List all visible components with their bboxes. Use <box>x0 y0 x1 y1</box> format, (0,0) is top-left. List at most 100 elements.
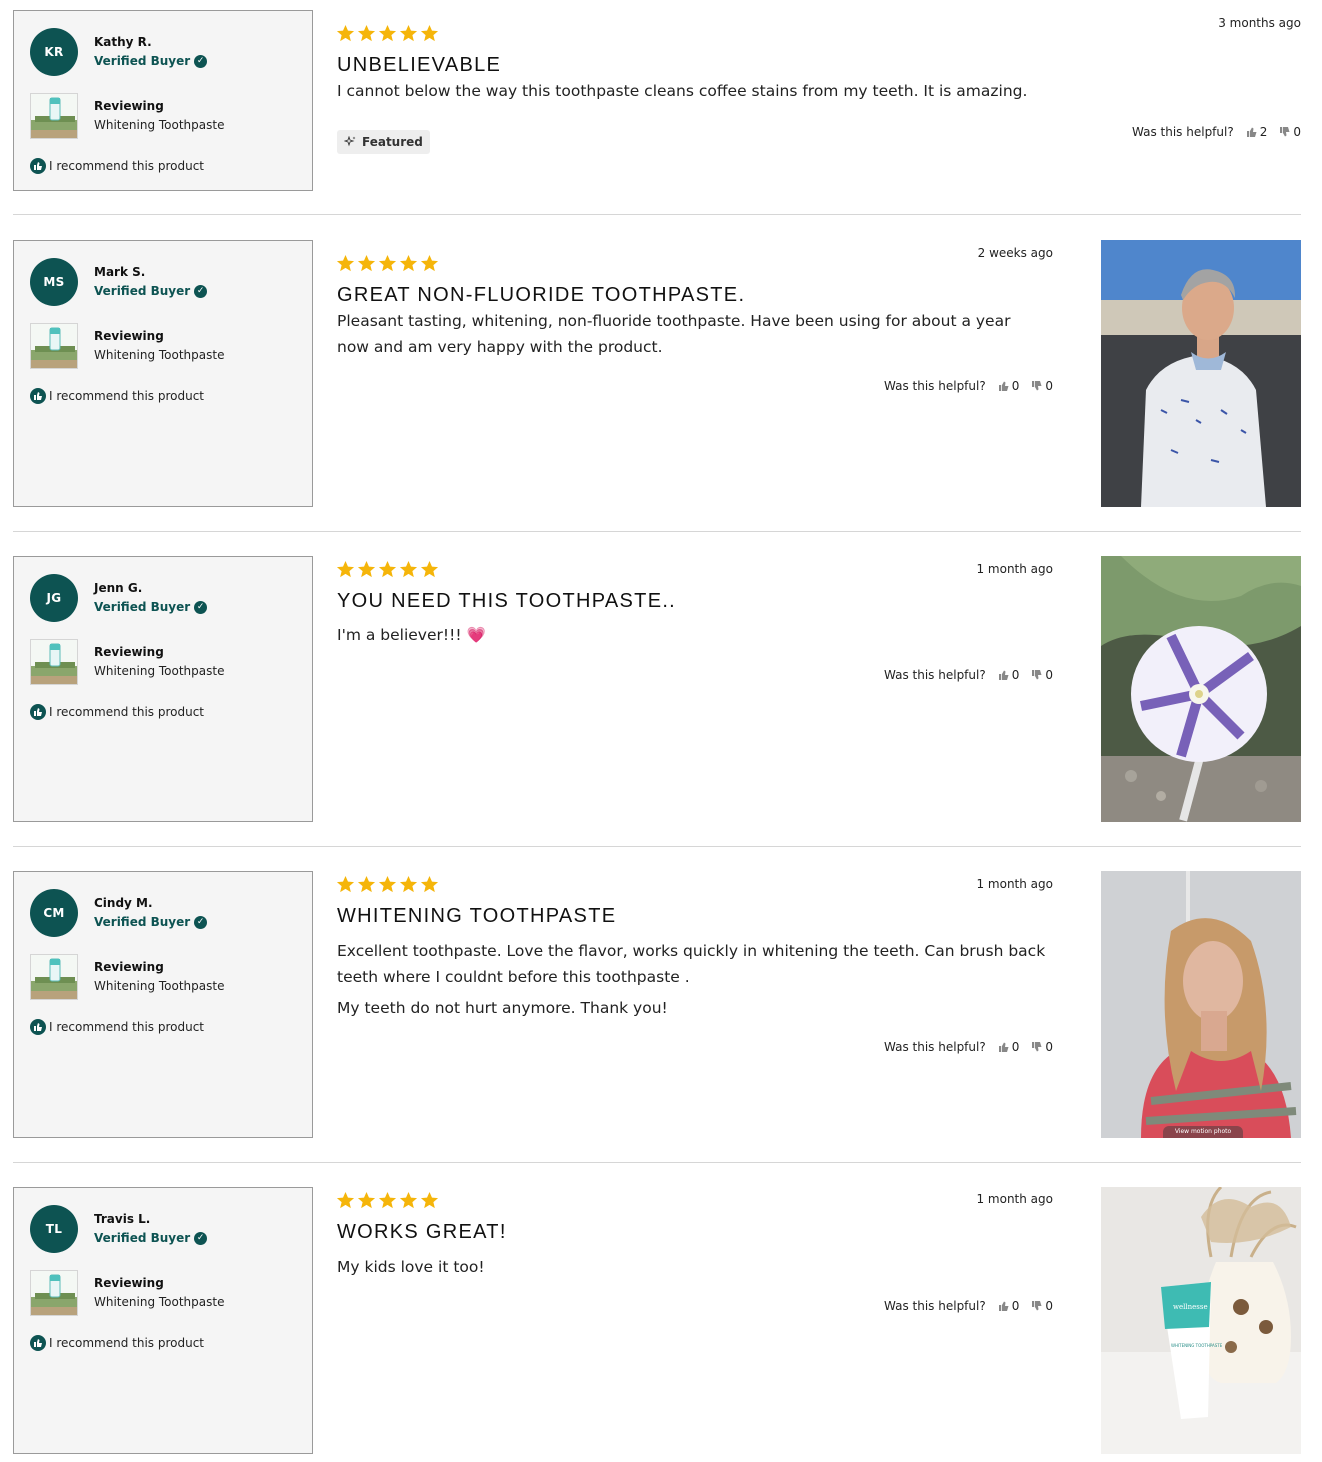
star-icon <box>378 1191 397 1209</box>
vote-down-button[interactable]: 0 <box>1031 668 1053 682</box>
author-name: Mark S. <box>94 265 146 279</box>
product-name-link[interactable]: Whitening Toothpaste <box>94 1295 224 1309</box>
vote-up-button[interactable]: 0 <box>998 379 1020 393</box>
review-divider <box>13 846 1301 847</box>
thumbs-up-icon <box>998 670 1009 680</box>
review-photo[interactable]: View motion photo <box>1101 871 1301 1138</box>
verified-buyer-badge: Verified Buyer ✓ <box>94 915 208 929</box>
recommend-label: I recommend this product <box>49 705 205 719</box>
review-title: YOU NEED THIS TOOTHPASTE.. <box>337 590 677 612</box>
thumbs-up-icon <box>30 704 46 720</box>
vote-down-button[interactable]: 0 <box>1031 1040 1053 1054</box>
star-icon <box>357 1191 376 1209</box>
vote-up-button[interactable]: 2 <box>1246 125 1268 139</box>
review-body-paragraph: My teeth do not hurt anymore. Thank you! <box>337 999 668 1017</box>
review-title: WHITENING TOOTHPASTE <box>337 905 617 927</box>
product-name-link[interactable]: Whitening Toothpaste <box>94 348 224 362</box>
vote-up-count: 2 <box>1259 125 1268 139</box>
reviewing-label: Reviewing <box>94 645 164 659</box>
star-icon <box>420 560 439 578</box>
star-rating <box>336 24 439 43</box>
thumbs-up-icon <box>998 1301 1009 1311</box>
star-rating <box>336 1191 439 1210</box>
checkmark-icon: ✓ <box>194 600 208 614</box>
star-icon <box>399 875 418 893</box>
thumbs-up-icon <box>998 1042 1009 1052</box>
author-panel: JG Jenn G. Verified Buyer ✓ Reviewing Wh… <box>13 556 313 822</box>
vote-up-button[interactable]: 0 <box>998 1040 1020 1054</box>
product-thumbnail[interactable] <box>30 323 78 369</box>
author-panel: TL Travis L. Verified Buyer ✓ Reviewing … <box>13 1187 313 1454</box>
review-photo[interactable] <box>1101 556 1301 822</box>
vote-up-button[interactable]: 0 <box>998 668 1020 682</box>
review-card: CM Cindy M. Verified Buyer ✓ Reviewing W… <box>0 871 1322 1141</box>
review-body: My kids love it too! <box>337 1258 485 1276</box>
recommend-indicator: I recommend this product <box>30 388 204 404</box>
reviewing-label: Reviewing <box>94 99 164 113</box>
star-icon <box>357 254 376 272</box>
vote-down-button[interactable]: 0 <box>1279 125 1301 139</box>
recommend-indicator: I recommend this product <box>30 1019 204 1035</box>
product-name-link[interactable]: Whitening Toothpaste <box>94 664 224 678</box>
review-date: 1 month ago <box>976 1192 1053 1206</box>
review-card: KR Kathy R. Verified Buyer ✓ Reviewing W… <box>0 10 1322 210</box>
helpful-votes: Was this helpful? 0 0 <box>884 1040 1053 1054</box>
star-icon <box>420 875 439 893</box>
reviewing-label: Reviewing <box>94 329 164 343</box>
product-name-link[interactable]: Whitening Toothpaste <box>94 979 224 993</box>
thumbs-down-icon <box>1032 670 1042 680</box>
man-in-sweater-image <box>1101 240 1301 507</box>
vote-down-count: 0 <box>1045 668 1053 682</box>
review-divider <box>13 1162 1301 1163</box>
star-icon <box>399 254 418 272</box>
star-icon <box>399 24 418 42</box>
verified-buyer-badge: Verified Buyer ✓ <box>94 284 208 298</box>
thumbs-down-icon <box>1032 1042 1042 1052</box>
thumbs-up-icon <box>1246 127 1257 137</box>
vote-up-count: 0 <box>1011 379 1020 393</box>
review-date: 1 month ago <box>976 877 1053 891</box>
thumbs-up-icon <box>30 1335 46 1351</box>
verified-buyer-badge: Verified Buyer ✓ <box>94 600 208 614</box>
review-date: 2 weeks ago <box>977 246 1053 260</box>
star-icon <box>420 24 439 42</box>
author-panel: KR Kathy R. Verified Buyer ✓ Reviewing W… <box>13 10 313 191</box>
star-rating <box>336 254 439 273</box>
checkmark-icon: ✓ <box>194 284 208 298</box>
vote-up-count: 0 <box>1011 1040 1020 1054</box>
toothpaste-tube-image: wellnesse WHITENING TOOTHPASTE <box>1101 1187 1301 1454</box>
product-name-link[interactable]: Whitening Toothpaste <box>94 118 224 132</box>
review-photo[interactable]: wellnesse WHITENING TOOTHPASTE <box>1101 1187 1301 1454</box>
review-card: TL Travis L. Verified Buyer ✓ Reviewing … <box>0 1187 1322 1457</box>
product-thumbnail[interactable] <box>30 1270 78 1316</box>
tube-product-text: WHITENING TOOTHPASTE <box>1171 1343 1223 1348</box>
review-title: GREAT NON-FLUORIDE TOOTHPASTE. <box>337 284 746 306</box>
star-icon <box>378 24 397 42</box>
star-icon <box>336 875 355 893</box>
verified-buyer-badge: Verified Buyer ✓ <box>94 54 208 68</box>
review-body: I cannot below the way this toothpaste c… <box>337 82 1028 100</box>
checkmark-icon: ✓ <box>194 54 208 68</box>
author-name: Jenn G. <box>94 581 143 595</box>
helpful-votes: Was this helpful? 2 0 <box>1132 125 1301 139</box>
avatar: KR <box>30 28 78 76</box>
avatar: CM <box>30 889 78 937</box>
product-thumbnail[interactable] <box>30 954 78 1000</box>
star-icon <box>378 254 397 272</box>
vote-up-count: 0 <box>1011 668 1020 682</box>
reviewing-label: Reviewing <box>94 1276 164 1290</box>
product-thumbnail[interactable] <box>30 639 78 685</box>
vote-down-button[interactable]: 0 <box>1031 379 1053 393</box>
tube-brand-text: wellnesse <box>1173 1303 1208 1311</box>
star-icon <box>378 875 397 893</box>
vote-up-button[interactable]: 0 <box>998 1299 1019 1313</box>
vote-down-button[interactable]: 0 <box>1031 1299 1053 1313</box>
thumbs-up-icon <box>30 388 46 404</box>
review-title: WORKS GREAT! <box>337 1221 507 1243</box>
review-photo[interactable] <box>1101 240 1301 507</box>
vote-down-count: 0 <box>1045 1299 1053 1313</box>
star-icon <box>357 24 376 42</box>
star-rating <box>336 560 439 579</box>
product-thumbnail[interactable] <box>30 93 78 139</box>
star-icon <box>399 1191 418 1209</box>
